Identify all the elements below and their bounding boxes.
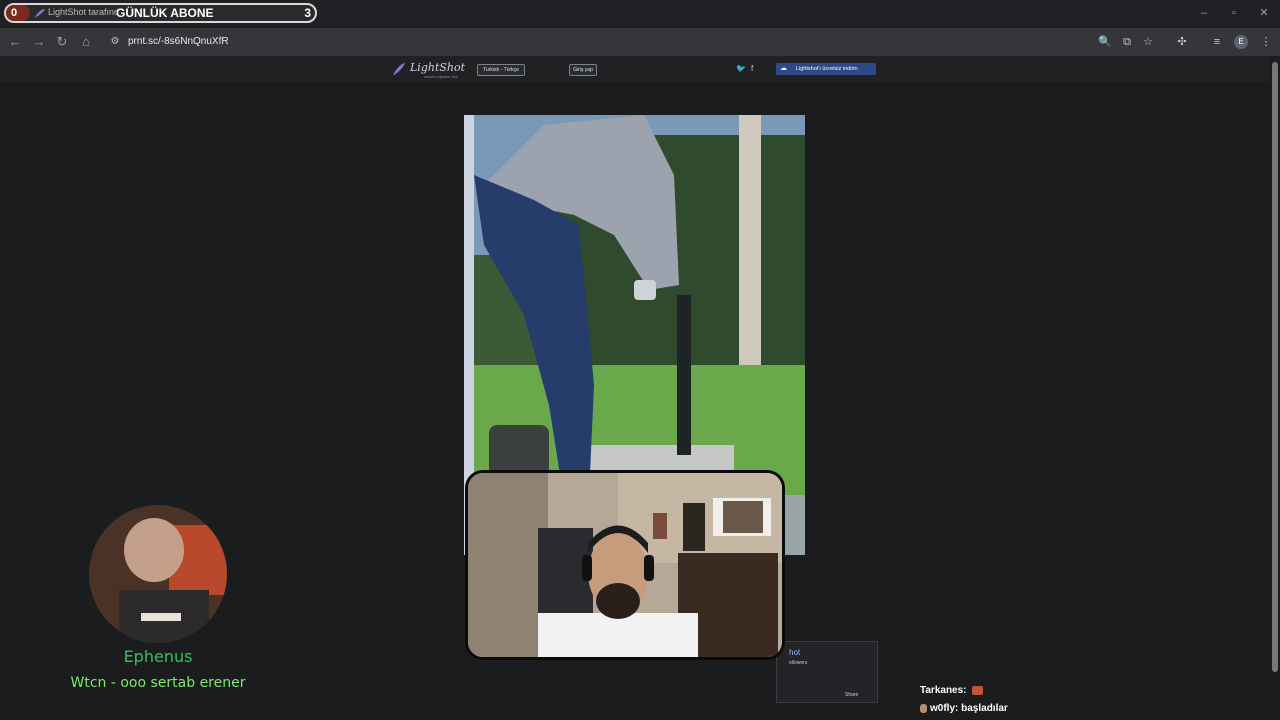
lightshot-header: LightShot screen capture tool Turkish - … xyxy=(0,56,1270,82)
abone-left-count: 0 xyxy=(6,5,30,21)
close-icon[interactable]: ✕ xyxy=(1257,6,1271,20)
share-panel: hot ollowers Share xyxy=(776,641,878,703)
logo-text: LightShot xyxy=(410,61,466,74)
login-button[interactable]: Giriş yap xyxy=(569,64,597,76)
install-app-icon[interactable]: ⧉ xyxy=(1119,34,1135,50)
twitter-icon[interactable]: 🐦 xyxy=(736,64,746,73)
abone-title: GÜNLÜK ABONE xyxy=(116,6,214,20)
extensions-icon[interactable]: ✣ xyxy=(1174,34,1190,50)
home-icon[interactable]: ⌂ xyxy=(78,34,94,50)
daily-subscriber-overlay: 0 LightShot tarafında GÜNLÜK ABONE 3 xyxy=(4,3,317,23)
share-button[interactable]: Share xyxy=(845,692,858,698)
facebook-icon[interactable]: f xyxy=(751,64,753,73)
chat-message: Wtcn - ooo sertab erener xyxy=(70,675,246,691)
streamer-webcam xyxy=(465,470,785,660)
lightshot-logo-feather-icon xyxy=(393,63,405,75)
minimize-icon[interactable]: – xyxy=(1197,6,1211,20)
browser-toolbar: ← → ↻ ⌂ ⚙ prnt.sc/-8s6NnQnuXfR 🔍 ⧉ ☆ ✣ ≡… xyxy=(0,28,1280,56)
lightshot-feather-icon xyxy=(35,9,45,17)
url-text[interactable]: prnt.sc/-8s6NnQnuXfR xyxy=(128,31,229,53)
chat-line-2-text: başladılar xyxy=(961,703,1008,714)
chat-line-1: Tarkanes: xyxy=(920,685,984,696)
bookmark-star-icon[interactable]: ☆ xyxy=(1140,34,1156,50)
site-info-icon[interactable]: ⚙ xyxy=(108,35,122,49)
forward-icon[interactable]: → xyxy=(31,34,47,50)
streamer-webcam-image xyxy=(468,473,782,657)
media-control-icon[interactable]: ≡ xyxy=(1209,34,1225,50)
language-select[interactable]: Turkish - Türkçe xyxy=(477,64,525,76)
zoom-icon[interactable]: 🔍 xyxy=(1097,34,1113,50)
download-label: Lightshot'ı ücretsiz indirin xyxy=(796,66,858,72)
cloud-download-icon: ☁ xyxy=(780,65,787,72)
menu-kebab-icon[interactable]: ⋮ xyxy=(1258,34,1274,50)
share-hot[interactable]: hot xyxy=(789,648,800,657)
emote-icon xyxy=(972,685,984,695)
restore-icon[interactable]: ▫ xyxy=(1227,6,1241,20)
guest-circle-cam xyxy=(89,505,227,643)
reload-icon[interactable]: ↻ xyxy=(54,34,70,50)
abone-right-count: 3 xyxy=(304,6,311,20)
download-button[interactable]: ☁ Lightshot'ı ücretsiz indirin xyxy=(776,63,876,75)
chat-line-2: w0fly: başladılar xyxy=(920,703,1008,714)
logo-tagline: screen capture tool xyxy=(424,74,459,79)
chat-username: Ephenus xyxy=(123,647,193,666)
guest-cam-image xyxy=(89,505,227,643)
tab-bar: 0 LightShot tarafında GÜNLÜK ABONE 3 – ▫… xyxy=(0,0,1280,28)
chat-line-1-user: Tarkanes: xyxy=(920,685,967,696)
scrollbar-thumb[interactable] xyxy=(1272,62,1278,672)
share-followers: ollowers xyxy=(789,660,808,666)
address-bar[interactable]: ⚙ prnt.sc/-8s6NnQnuXfR xyxy=(104,31,1104,53)
chat-line-2-user: w0fly: xyxy=(930,703,959,714)
back-icon[interactable]: ← xyxy=(7,34,23,50)
user-badge-icon xyxy=(920,703,927,713)
page-scrollbar[interactable] xyxy=(1270,56,1280,720)
browser-tab-title[interactable]: LightShot tarafında xyxy=(48,7,118,17)
profile-avatar[interactable]: E xyxy=(1234,35,1248,49)
